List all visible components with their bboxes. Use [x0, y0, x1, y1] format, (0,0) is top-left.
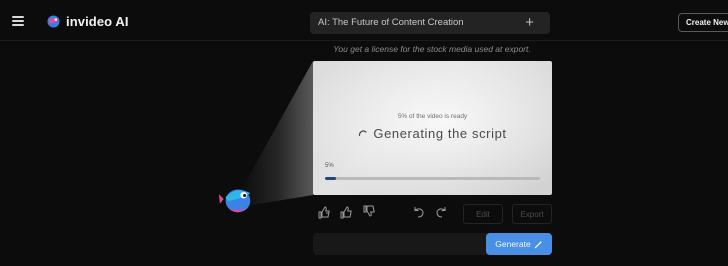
loading-spinner-icon: [359, 130, 367, 136]
export-button[interactable]: Export: [512, 204, 552, 224]
prompt-bar: Generate: [313, 233, 552, 255]
thumbs-up-double-icon[interactable]: [317, 204, 333, 220]
prompt-input[interactable]: [313, 233, 483, 255]
thumbs-up-icon[interactable]: [339, 204, 355, 220]
progress-percent: 5%: [325, 163, 334, 169]
license-notice: You get a license for the stock media us…: [333, 44, 531, 54]
generate-button[interactable]: Generate: [486, 233, 552, 255]
magic-wand-icon: [534, 240, 542, 248]
progress-bar: [325, 177, 540, 180]
generating-label: Generating the script: [373, 126, 507, 141]
generate-label: Generate: [495, 239, 531, 249]
progress-status-text: 5% of the video is ready: [397, 113, 468, 120]
generating-status: Generating the script: [313, 126, 552, 141]
undo-icon[interactable]: [411, 204, 427, 220]
preview-toolbar: Edit Export: [313, 204, 553, 224]
mascot-fish-icon: [218, 189, 251, 213]
edit-button[interactable]: Edit: [463, 204, 503, 224]
thumbs-down-icon[interactable]: [361, 204, 377, 220]
progress-bar-fill: [325, 177, 336, 180]
video-preview: 5% of the video is ready Generating the …: [313, 61, 552, 195]
redo-icon[interactable]: [433, 204, 449, 220]
